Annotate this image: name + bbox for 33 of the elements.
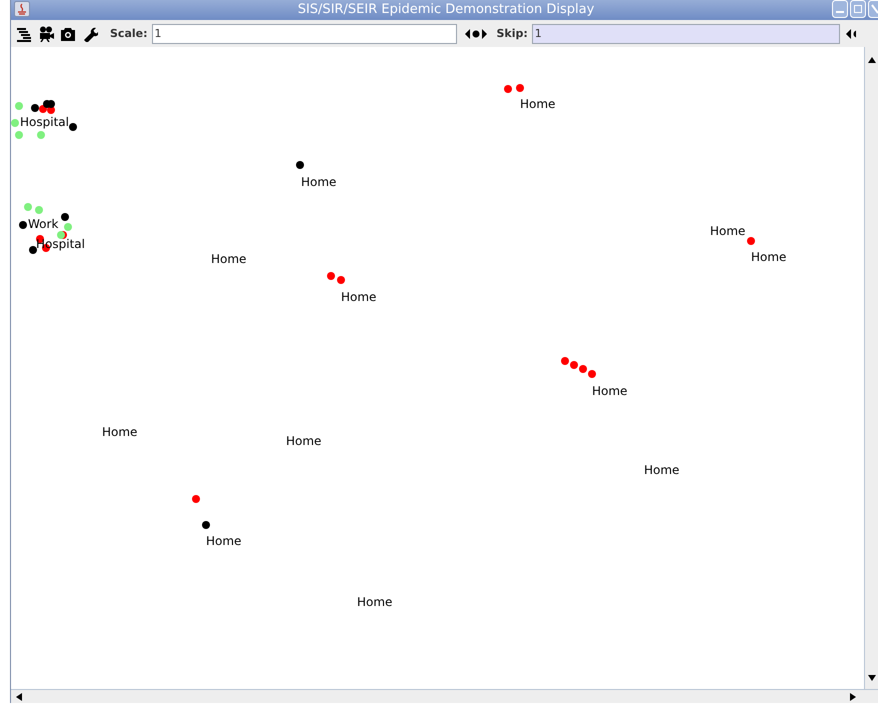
scroll-right-arrow-icon[interactable] bbox=[850, 692, 856, 700]
location-label: Home bbox=[341, 290, 376, 304]
scale-field[interactable]: 1 bbox=[152, 24, 456, 44]
location-label: Work bbox=[28, 217, 58, 231]
scroll-up-arrow-icon[interactable] bbox=[868, 57, 876, 63]
location-label: Home bbox=[520, 97, 556, 111]
location-label: Home bbox=[644, 463, 680, 477]
skip-label: Skip: bbox=[496, 27, 528, 40]
location-label: Home bbox=[301, 175, 336, 189]
app-icon[interactable] bbox=[14, 1, 30, 17]
window-title: SIS/SIR/SEIR Epidemic Demonstration Display bbox=[296, 2, 596, 16]
location-label: Home bbox=[206, 534, 242, 548]
wrench-icon[interactable] bbox=[82, 26, 98, 42]
location-label: Home bbox=[211, 252, 246, 266]
horizontal-scrollbar[interactable] bbox=[11, 689, 878, 703]
movie-camera-icon[interactable] bbox=[38, 26, 54, 42]
camera-icon[interactable] bbox=[60, 26, 76, 42]
location-label: Home bbox=[710, 224, 746, 238]
list-icon[interactable] bbox=[16, 26, 32, 42]
location-label: Home bbox=[357, 595, 392, 609]
location-label: Home bbox=[751, 250, 786, 264]
location-label: Home bbox=[286, 434, 322, 448]
scroll-left-arrow-icon[interactable] bbox=[16, 692, 22, 700]
location-label: Home bbox=[592, 384, 628, 398]
skip-field[interactable]: 1 bbox=[532, 24, 840, 44]
location-label: Hospital bbox=[36, 237, 85, 251]
arrows-icon[interactable] bbox=[846, 28, 856, 40]
scale-label: Scale: bbox=[110, 27, 148, 40]
vertical-scrollbar[interactable] bbox=[864, 47, 878, 689]
location-label: Home bbox=[102, 425, 138, 439]
location-label: Hospital bbox=[20, 115, 69, 129]
scroll-down-arrow-icon[interactable] bbox=[868, 675, 876, 681]
arrows-icon[interactable] bbox=[464, 28, 486, 40]
